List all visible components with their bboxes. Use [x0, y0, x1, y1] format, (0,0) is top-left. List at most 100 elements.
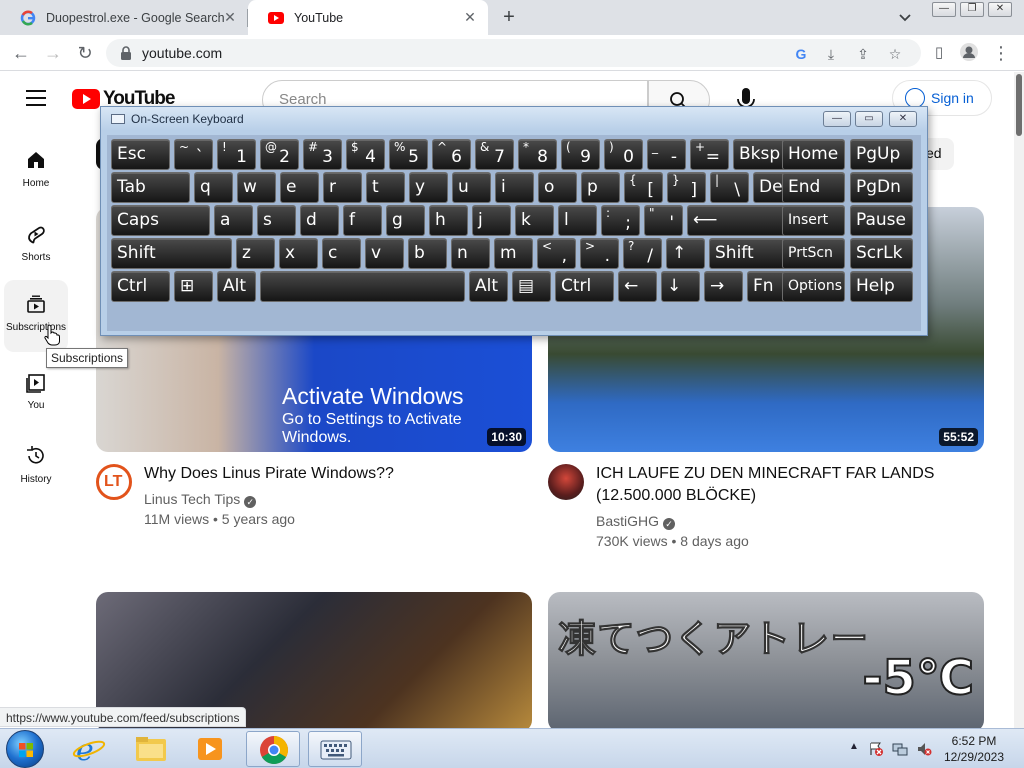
key-s[interactable]: s — [257, 205, 296, 236]
key-pause[interactable]: Pause — [850, 205, 913, 236]
tab-google-search[interactable]: Duopestrol.exe - Google Search ✕ — [0, 0, 248, 35]
sidebar-item-home[interactable]: Home — [4, 136, 68, 208]
show-hidden-icons-icon[interactable]: ▲ — [846, 741, 862, 757]
key-t[interactable]: t — [366, 172, 405, 203]
new-tab-button[interactable]: + — [498, 6, 520, 28]
osk-close-button[interactable]: ✕ — [889, 111, 917, 127]
key-5[interactable]: % 5 — [389, 139, 428, 170]
key-scrlk[interactable]: ScrLk — [850, 238, 913, 269]
key-a[interactable]: a — [214, 205, 253, 236]
osk-restore-button[interactable]: ▭ — [855, 111, 883, 127]
key-x59[interactable]: :; — [601, 205, 640, 236]
start-button[interactable] — [6, 730, 44, 768]
menu-dots-icon[interactable]: ⋮ — [990, 42, 1012, 64]
right-arrow-key[interactable]: → — [704, 271, 743, 302]
key-j[interactable]: j — [472, 205, 511, 236]
share-icon[interactable]: ⇪ — [854, 45, 872, 63]
key-6[interactable]: ^ 6 — [432, 139, 471, 170]
hamburger-menu-icon[interactable] — [26, 90, 46, 106]
minimize-button[interactable]: — — [932, 2, 956, 17]
osk-minimize-button[interactable]: — — [823, 111, 851, 127]
key-x47[interactable]: ? / — [623, 238, 662, 269]
key-insert[interactable]: Insert — [782, 205, 845, 236]
channel-avatar[interactable] — [548, 464, 584, 500]
key-r[interactable]: r — [323, 172, 362, 203]
key-c[interactable]: c — [322, 238, 361, 269]
sidebar-item-you[interactable]: You — [4, 358, 68, 430]
key-7[interactable]: & 7 — [475, 139, 514, 170]
key-options[interactable]: Options — [782, 271, 845, 302]
profile-icon[interactable] — [958, 42, 980, 64]
key-prtscn[interactable]: PrtScn — [782, 238, 845, 269]
close-icon[interactable]: ✕ — [462, 9, 478, 25]
key-shift[interactable]: Shift — [709, 238, 788, 269]
key-w[interactable]: w — [237, 172, 276, 203]
key-x96[interactable]: ~ ` — [174, 139, 213, 170]
key-4[interactable]: $4 — [346, 139, 385, 170]
key-i[interactable]: i — [495, 172, 534, 203]
install-icon[interactable]: ⤓ — [822, 45, 840, 63]
left-arrow-key[interactable]: ← — [618, 271, 657, 302]
chrome-icon[interactable] — [246, 731, 300, 767]
reload-button[interactable]: ↻ — [74, 42, 96, 64]
key-caps[interactable]: Caps — [111, 205, 210, 236]
key-alt[interactable]: Alt — [469, 271, 508, 302]
video-thumbnail[interactable]: 凍てつくアトレー -5℃ — [548, 592, 984, 732]
channel-name[interactable]: Linus Tech Tips ✓ — [144, 489, 257, 509]
key-help[interactable]: Help — [850, 271, 913, 302]
sidebar-item-history[interactable]: History — [4, 432, 68, 504]
video-title[interactable]: Why Does Linus Pirate Windows?? — [144, 463, 524, 485]
file-explorer-icon[interactable] — [124, 731, 178, 767]
key-x[interactable]: x — [279, 238, 318, 269]
osk-title-bar[interactable]: On-Screen Keyboard — ▭ ✕ — [101, 107, 927, 131]
key-x44[interactable]: <, — [537, 238, 576, 269]
key-end[interactable]: End — [782, 172, 845, 203]
media-player-icon[interactable] — [184, 731, 238, 767]
key-fn[interactable]: Fn — [747, 271, 786, 302]
address-bar[interactable]: youtube.com G ⤓ ⇪ ☆ — [106, 39, 921, 67]
key-8[interactable]: * 8 — [518, 139, 557, 170]
key-pgdn[interactable]: PgDn — [850, 172, 913, 203]
key-f[interactable]: f — [343, 205, 382, 236]
key-x93[interactable]: }] — [667, 172, 706, 203]
key-x61[interactable]: + = — [690, 139, 729, 170]
key-alt[interactable]: Alt — [217, 271, 256, 302]
key-e[interactable]: e — [280, 172, 319, 203]
key-esc[interactable]: Esc — [111, 139, 170, 170]
windows-key[interactable]: ⊞ — [174, 271, 213, 302]
lock-icon[interactable] — [120, 46, 132, 60]
channel-name[interactable]: BastiGHG ✓ — [596, 511, 676, 531]
key-d[interactable]: d — [300, 205, 339, 236]
key-9[interactable]: (9 — [561, 139, 600, 170]
scrollbar-thumb[interactable] — [1016, 74, 1022, 136]
key-q[interactable]: q — [194, 172, 233, 203]
key-l[interactable]: l — [558, 205, 597, 236]
key-0[interactable]: ) 0 — [604, 139, 643, 170]
internet-explorer-icon[interactable]: e — [62, 731, 116, 768]
google-lens-icon[interactable]: G — [792, 45, 810, 63]
action-center-icon[interactable] — [868, 741, 884, 757]
network-icon[interactable] — [892, 741, 908, 757]
key-x39[interactable]: " ' — [644, 205, 683, 236]
side-panel-icon[interactable]: ▯ — [928, 42, 950, 64]
key-x46[interactable]: >. — [580, 238, 619, 269]
key-k[interactable]: k — [515, 205, 554, 236]
chevron-down-icon[interactable] — [896, 9, 914, 25]
key-b[interactable]: b — [408, 238, 447, 269]
key-shift[interactable]: Shift — [111, 238, 232, 269]
tab-youtube[interactable]: YouTube ✕ — [248, 0, 488, 35]
space-key[interactable] — [260, 271, 465, 302]
key-u[interactable]: u — [452, 172, 491, 203]
down-arrow-key[interactable]: ↓ — [661, 271, 700, 302]
volume-muted-icon[interactable] — [916, 741, 932, 757]
key-x92[interactable]: | \ — [710, 172, 749, 203]
up-arrow-key[interactable]: ↑ — [666, 238, 705, 269]
page-scrollbar[interactable] — [1014, 72, 1024, 728]
close-icon[interactable]: ✕ — [222, 9, 238, 25]
channel-avatar[interactable]: LT — [96, 464, 132, 500]
video-title[interactable]: ICH LAUFE ZU DEN MINECRAFT FAR LANDS (12… — [596, 463, 976, 507]
key-o[interactable]: o — [538, 172, 577, 203]
key-x45[interactable]: _ - — [647, 139, 686, 170]
key-m[interactable]: m — [494, 238, 533, 269]
back-button[interactable]: ← — [10, 42, 32, 64]
